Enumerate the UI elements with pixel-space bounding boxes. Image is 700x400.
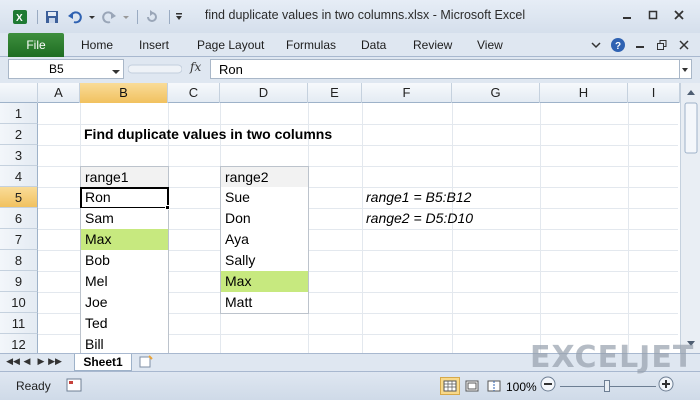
cell-b5[interactable]: Ron — [80, 187, 169, 209]
scroll-up-icon — [687, 90, 695, 95]
minimize-icon[interactable] — [614, 6, 640, 24]
insert-function-button[interactable]: fx — [190, 60, 201, 74]
window-title: find duplicate values in two columns.xls… — [204, 8, 526, 22]
column-header-d[interactable]: D — [220, 83, 308, 103]
next-sheet-icon[interactable]: ▶ — [34, 356, 48, 367]
zoom-level[interactable]: 100% — [506, 380, 537, 394]
note-range1[interactable]: range1 = B5:B12 — [362, 187, 471, 208]
cell-d9[interactable]: Max — [220, 271, 309, 293]
view-buttons — [440, 377, 506, 395]
column-header-f[interactable]: F — [362, 83, 452, 103]
row-header[interactable]: 3 — [0, 145, 38, 166]
svg-text:?: ? — [615, 41, 621, 52]
formula-input[interactable]: Ron — [210, 59, 680, 79]
vertical-scrollbar[interactable] — [680, 83, 700, 353]
tab-review[interactable]: Review — [413, 38, 452, 52]
gridline — [540, 103, 541, 353]
column-header-c[interactable]: C — [168, 83, 220, 103]
row-header[interactable]: 10 — [0, 292, 38, 313]
zoom-in-icon[interactable] — [658, 376, 674, 395]
exceljet-logo: EXCELJET — [530, 340, 695, 375]
ribbon-tab-bar: File Home Insert Page Layout Formulas Da… — [0, 33, 700, 57]
column-header-e[interactable]: E — [308, 83, 362, 103]
column-header-i[interactable]: I — [628, 83, 680, 103]
restore-icon[interactable] — [640, 6, 666, 24]
page-layout-view-icon[interactable] — [462, 377, 482, 395]
tab-file[interactable]: File — [8, 33, 64, 57]
name-box-value: B5 — [49, 62, 64, 76]
tab-home[interactable]: Home — [81, 38, 113, 52]
cell-d5[interactable]: Sue — [220, 187, 309, 209]
row-header[interactable]: 6 — [0, 208, 38, 229]
select-all-corner[interactable] — [0, 83, 38, 103]
cell-d6[interactable]: Don — [220, 208, 309, 230]
window-controls — [614, 6, 692, 24]
sheet-navigation: ◀◀ ◀ ▶ ▶▶ — [6, 356, 62, 367]
tab-view[interactable]: View — [477, 38, 503, 52]
prev-sheet-icon[interactable]: ◀ — [20, 356, 34, 367]
range1-header-cell[interactable]: range1 — [80, 166, 169, 188]
status-bar: Ready 100% — [0, 371, 700, 400]
insert-sheet-icon[interactable] — [138, 355, 154, 372]
tab-insert[interactable]: Insert — [139, 38, 169, 52]
close-icon[interactable] — [666, 6, 692, 24]
tab-page-layout[interactable]: Page Layout — [197, 38, 264, 52]
row-header[interactable]: 11 — [0, 313, 38, 334]
page-break-view-icon[interactable] — [484, 377, 504, 395]
range2-header-cell[interactable]: range2 — [220, 166, 309, 188]
workbook-minimize-icon[interactable] — [630, 36, 650, 54]
row-header[interactable]: 5 — [0, 187, 38, 208]
cell-b9[interactable]: Mel — [80, 271, 169, 293]
sheet-title-cell[interactable]: Find duplicate values in two columns — [80, 124, 332, 145]
column-header-b[interactable]: B — [80, 83, 168, 103]
help-icon[interactable]: ? — [608, 36, 628, 54]
name-box[interactable]: B5 — [8, 59, 124, 79]
row-header[interactable]: 9 — [0, 271, 38, 292]
cell-d10[interactable]: Matt — [220, 292, 309, 314]
tab-data[interactable]: Data — [361, 38, 386, 52]
cell-b6[interactable]: Sam — [80, 208, 169, 230]
column-headers: A B C D E F G H I — [0, 83, 700, 103]
fill-handle[interactable] — [165, 205, 170, 210]
cell-b11[interactable]: Ted — [80, 313, 169, 335]
workbook-close-icon[interactable] — [674, 36, 694, 54]
column-header-a[interactable]: A — [38, 83, 80, 103]
formula-bar-resize-handle[interactable] — [127, 59, 183, 79]
cell-b7[interactable]: Max — [80, 229, 169, 251]
cell-b8[interactable]: Bob — [80, 250, 169, 272]
zoom-slider-thumb[interactable] — [604, 380, 610, 392]
column-header-h[interactable]: H — [540, 83, 628, 103]
formula-expand-icon[interactable] — [680, 59, 692, 79]
tab-formulas[interactable]: Formulas — [286, 38, 336, 52]
cell-d7[interactable]: Aya — [220, 229, 309, 251]
zoom-out-icon[interactable] — [540, 376, 556, 395]
note-range2[interactable]: range2 = D5:D10 — [362, 208, 473, 229]
normal-view-icon[interactable] — [440, 377, 460, 395]
first-sheet-icon[interactable]: ◀◀ — [6, 356, 20, 367]
sheet-tab-sheet1[interactable]: Sheet1 — [74, 354, 132, 371]
cell-b10[interactable]: Joe — [80, 292, 169, 314]
cell-d8[interactable]: Sally — [220, 250, 309, 272]
last-sheet-icon[interactable]: ▶▶ — [48, 356, 62, 367]
ribbon-controls: ? — [584, 36, 694, 54]
worksheet-grid: A B C D E F G H I 1 2 3 4 5 6 7 8 9 10 1… — [0, 83, 700, 353]
workbook-restore-icon[interactable] — [652, 36, 672, 54]
gridline — [38, 145, 678, 146]
formula-bar: B5 fx Ron — [0, 57, 700, 81]
macro-record-icon[interactable] — [66, 377, 82, 396]
minimize-ribbon-icon[interactable] — [586, 36, 606, 54]
gridline — [628, 103, 629, 353]
row-header[interactable]: 2 — [0, 124, 38, 145]
row-header[interactable]: 7 — [0, 229, 38, 250]
row-header[interactable]: 1 — [0, 103, 38, 124]
column-header-g[interactable]: G — [452, 83, 540, 103]
title-bar: X find duplicate values in two columns.x… — [0, 0, 700, 33]
cell-b12[interactable]: Bill — [80, 334, 169, 353]
chevron-down-icon[interactable] — [112, 65, 120, 79]
status-ready: Ready — [16, 379, 51, 393]
row-header[interactable]: 4 — [0, 166, 38, 187]
row-header[interactable]: 12 — [0, 334, 38, 353]
row-header[interactable]: 8 — [0, 250, 38, 271]
